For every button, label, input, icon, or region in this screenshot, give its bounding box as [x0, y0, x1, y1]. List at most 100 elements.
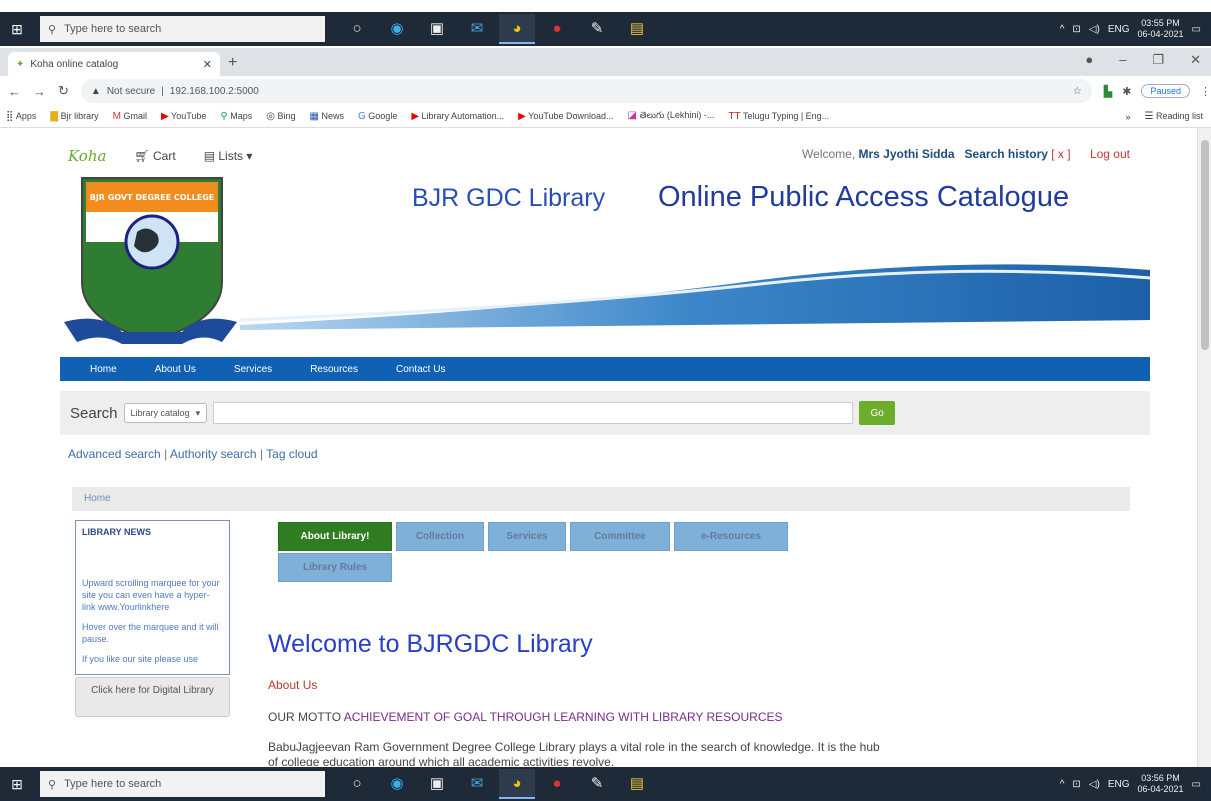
- news-item[interactable]: Upward scrolling marquee for your site y…: [82, 577, 223, 613]
- bookmark-lekhini[interactable]: ◪ తెలుగు (Lekhini) -...: [628, 110, 715, 123]
- notifications-icon[interactable]: ▭: [1192, 779, 1201, 790]
- network-icon[interactable]: ⊡: [1072, 779, 1080, 790]
- taskbar-clock[interactable]: 03:56 PM 06-04-2021: [1138, 773, 1184, 795]
- tag-cloud-link[interactable]: Tag cloud: [266, 447, 317, 461]
- mail-icon[interactable]: ✉: [459, 769, 495, 799]
- url-text[interactable]: 192.168.100.2:5000: [170, 86, 259, 97]
- authority-search-link[interactable]: Authority search: [170, 447, 257, 461]
- bookmark-maps[interactable]: ⚲ Maps: [220, 111, 252, 122]
- bookmark-youtube[interactable]: ▶ YouTube: [161, 111, 206, 122]
- back-icon[interactable]: ←: [8, 84, 21, 99]
- close-window-icon[interactable]: ✕: [1190, 52, 1201, 68]
- cart-button[interactable]: 🛒︎ Cart: [134, 149, 175, 163]
- edge-icon[interactable]: ◉: [379, 769, 415, 799]
- top-taskbar: ⊞ ⚲ Type here to search ○ ◉ ▣ ✉ ◕ ● ✎ ▤ …: [0, 12, 1211, 46]
- bookmark-bjr-library[interactable]: ▇ Bjr library: [50, 111, 98, 122]
- windows-start-icon[interactable]: ⊞: [0, 12, 34, 46]
- bookmark-news[interactable]: ▦ News: [310, 111, 344, 122]
- new-tab-button[interactable]: +: [228, 54, 237, 72]
- scrollbar-thumb[interactable]: [1201, 140, 1209, 350]
- mail-icon[interactable]: ✉: [459, 14, 495, 44]
- tray-chevron-icon[interactable]: ^: [1060, 779, 1065, 790]
- menu-resources[interactable]: Resources: [310, 364, 358, 375]
- chrome-icon[interactable]: ◕: [499, 14, 535, 44]
- app-red-icon[interactable]: ●: [539, 14, 575, 44]
- browser-tab[interactable]: ✦ Koha online catalog ✕: [8, 52, 220, 76]
- puzzle-icon[interactable]: ✱: [1122, 85, 1131, 98]
- tab-collection[interactable]: Collection: [396, 522, 484, 551]
- bookmark-youtube-download[interactable]: ▶ YouTube Download...: [518, 111, 613, 122]
- bookmark-library-automation[interactable]: ▶ Library Automation...: [411, 111, 504, 122]
- app-edit-icon[interactable]: ✎: [579, 769, 615, 799]
- profile-paused-button[interactable]: Paused: [1141, 84, 1190, 98]
- bookmark-overflow-icon[interactable]: »: [1125, 112, 1130, 122]
- extension-icon[interactable]: ▙: [1104, 85, 1112, 98]
- logout-link[interactable]: Log out: [1090, 147, 1130, 161]
- tab-e-resources[interactable]: e-Resources: [674, 522, 788, 551]
- close-tab-icon[interactable]: ✕: [203, 58, 212, 71]
- reload-icon[interactable]: ↻: [58, 83, 69, 99]
- tab-committee[interactable]: Committee: [570, 522, 670, 551]
- tab-about-library[interactable]: About Library!: [278, 522, 392, 551]
- tray-chevron-icon[interactable]: ^: [1060, 24, 1065, 35]
- taskbar-search[interactable]: ⚲ Type here to search: [40, 16, 325, 42]
- search-label: Search: [70, 404, 118, 422]
- app-red-icon[interactable]: ●: [539, 769, 575, 799]
- bookmark-apps[interactable]: ⣿ Apps: [6, 111, 36, 122]
- forward-icon[interactable]: →: [33, 84, 46, 99]
- bookmark-telugu-typing[interactable]: TT Telugu Typing | Eng...: [728, 111, 829, 122]
- store-icon[interactable]: ▣: [419, 769, 455, 799]
- digital-library-button[interactable]: Click here for Digital Library: [75, 677, 230, 717]
- taskbar-clock[interactable]: 03:55 PM 06-04-2021: [1138, 18, 1184, 40]
- windows-start-icon[interactable]: ⊞: [0, 767, 34, 801]
- menu-dots-icon[interactable]: ⋮: [1200, 85, 1211, 98]
- koha-logo[interactable]: Koha: [68, 147, 106, 165]
- maps-pin-icon: ⚲: [220, 111, 228, 122]
- about-us-link[interactable]: About Us: [268, 678, 317, 692]
- bookmark-bing[interactable]: ◎ Bing: [266, 111, 295, 122]
- menu-contact-us[interactable]: Contact Us: [396, 364, 445, 375]
- edge-icon[interactable]: ◉: [379, 14, 415, 44]
- app-edit-icon[interactable]: ✎: [579, 14, 615, 44]
- language-indicator[interactable]: ENG: [1108, 779, 1130, 790]
- advanced-search-link[interactable]: Advanced search: [68, 447, 161, 461]
- go-button[interactable]: Go: [859, 401, 896, 425]
- minimize-icon[interactable]: –: [1119, 52, 1126, 68]
- bookmark-gmail[interactable]: M Gmail: [113, 111, 147, 122]
- omnibox[interactable]: ▲ Not secure | 192.168.100.2:5000 ☆: [80, 79, 1092, 103]
- breadcrumb-home[interactable]: Home: [84, 493, 111, 504]
- network-icon[interactable]: ⊡: [1072, 24, 1080, 35]
- lists-button[interactable]: ▤ Lists ▾: [204, 149, 253, 163]
- tab-services[interactable]: Services: [488, 522, 566, 551]
- cortana-icon[interactable]: ○: [339, 14, 375, 44]
- app-folder-icon[interactable]: ▤: [619, 769, 655, 799]
- chevron-down-icon: ▾: [195, 407, 201, 418]
- security-label[interactable]: Not secure: [107, 86, 155, 97]
- bookmarks-bar: ⣿ Apps ▇ Bjr library M Gmail ▶ YouTube ⚲…: [0, 106, 1211, 128]
- library-banner: BJR GOVT DEGREE COLLEGE BJR GDC Library …: [60, 170, 1150, 355]
- record-icon[interactable]: ●: [1085, 52, 1093, 68]
- notifications-icon[interactable]: ▭: [1192, 24, 1201, 35]
- page-scrollbar[interactable]: [1197, 128, 1211, 767]
- store-icon[interactable]: ▣: [419, 14, 455, 44]
- menu-about-us[interactable]: About Us: [155, 364, 196, 375]
- reading-list[interactable]: ☰ Reading list: [1144, 111, 1211, 122]
- language-indicator[interactable]: ENG: [1108, 24, 1130, 35]
- restore-icon[interactable]: ❐: [1152, 52, 1164, 68]
- star-icon[interactable]: ☆: [1073, 86, 1082, 97]
- user-name-link[interactable]: Mrs Jyothi Sidda: [859, 147, 955, 161]
- bookmark-google[interactable]: G Google: [358, 111, 397, 122]
- chrome-icon[interactable]: ◕: [499, 769, 535, 799]
- tab-library-rules[interactable]: Library Rules: [278, 553, 392, 582]
- catalog-search-input[interactable]: [213, 402, 854, 424]
- clear-history-link[interactable]: [ x ]: [1051, 147, 1070, 161]
- app-folder-icon[interactable]: ▤: [619, 14, 655, 44]
- cortana-icon[interactable]: ○: [339, 769, 375, 799]
- menu-home[interactable]: Home: [90, 364, 117, 375]
- volume-icon[interactable]: ◁): [1089, 24, 1100, 35]
- volume-icon[interactable]: ◁): [1089, 779, 1100, 790]
- search-history-link[interactable]: Search history: [965, 147, 1048, 161]
- taskbar-search[interactable]: ⚲ Type here to search: [40, 771, 325, 797]
- menu-services[interactable]: Services: [234, 364, 272, 375]
- search-scope-select[interactable]: Library catalog ▾: [123, 403, 208, 423]
